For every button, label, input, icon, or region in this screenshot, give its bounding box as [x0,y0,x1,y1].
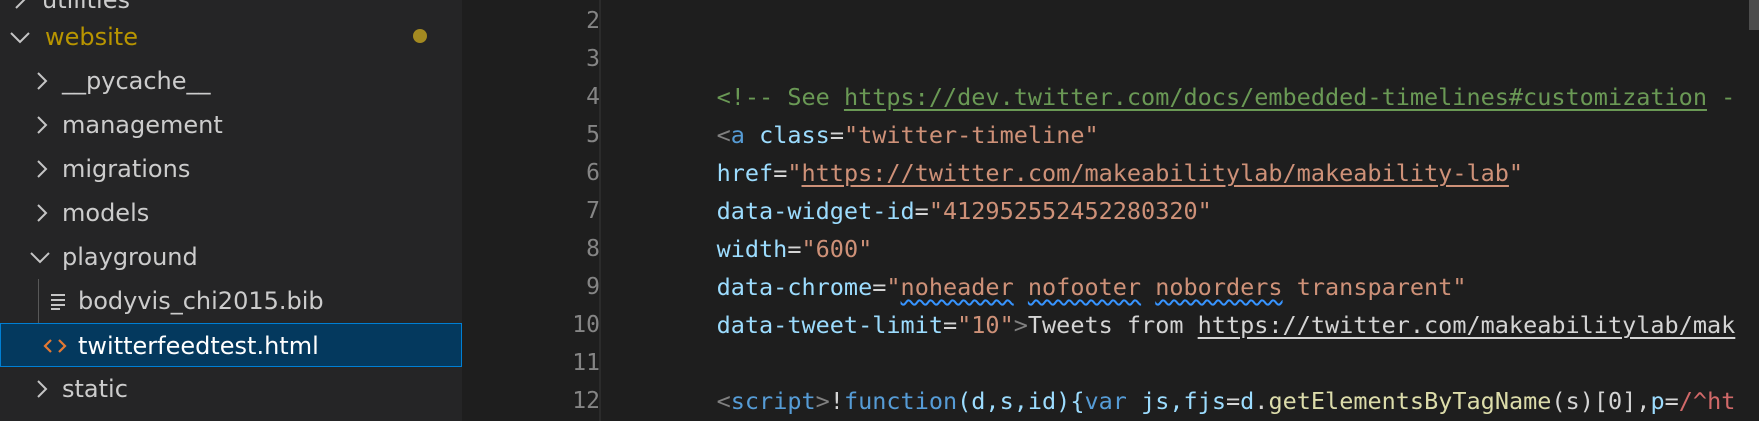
lines-file-icon [46,279,70,323]
tag-bracket: < [716,387,731,415]
tree-item-models[interactable]: models [0,191,462,235]
attr-value: "10" [957,311,1014,339]
text-content: Tweets from [1027,311,1198,339]
tree-item-label: twitterfeedtest.html [78,332,319,360]
chevron-right-icon [30,367,54,411]
chevron-right-icon [30,147,54,191]
tree-item-label: website [45,23,138,51]
args: (s)[0], [1551,387,1651,415]
line-number: 3 [586,46,600,72]
line-number: 8 [586,236,600,262]
code-line-8[interactable]: data-chrome="noheader nofooter noborders… [660,230,1467,301]
equals: = [1664,387,1679,415]
line-number: 7 [586,198,600,224]
code-editor[interactable]: 2 3 4 5 6 7 8 9 10 11 12 <!-- See https:… [462,0,1759,421]
tree-item-label: migrations [62,155,191,183]
tree-item-static[interactable]: static [0,367,462,411]
attr-value: "412952552452280320" [928,197,1212,225]
tree-item-management[interactable]: management [0,103,462,147]
tree-item-website[interactable]: website [0,15,462,59]
tag-bracket: > [815,387,830,415]
line-number: 12 [572,388,600,414]
variable: d [1240,387,1255,415]
regex: /^ht [1678,387,1736,415]
code-line-7[interactable]: width="600" [660,192,873,263]
chevron-right-icon [30,59,54,103]
chevron-down-icon [28,235,52,279]
tag-bracket: > [1013,311,1028,339]
variables: js,fjs [1141,387,1226,415]
code-line-6[interactable]: data-widget-id="412952552452280320" [660,154,1212,225]
variable: p [1650,387,1665,415]
dot: . [1254,387,1269,415]
line-number: 11 [572,350,600,376]
line-number: 9 [586,274,600,300]
tree-item-playground[interactable]: playground [0,235,462,279]
tree-item-label: playground [62,243,198,271]
tree-item-twitterfeedtest-html[interactable]: twitterfeedtest.html [0,323,462,367]
comment-tail: - [1706,83,1736,111]
tag-name: script [730,387,816,415]
text-url-link[interactable]: https://twitter.com/makeabilitylab/mak [1198,311,1736,339]
line-number: 5 [586,122,600,148]
chevron-down-icon [8,15,32,59]
line-number: 10 [572,312,600,338]
line-number: 4 [586,84,600,110]
line-number: 6 [586,160,600,186]
params: (d,s,id){ [957,387,1085,415]
tree-item-label: models [62,199,150,227]
tree-item-label: management [62,111,223,139]
line-number: 2 [586,8,600,34]
equals: = [942,311,958,339]
equals: = [1225,387,1241,415]
keyword: var [1084,387,1127,415]
equals: = [914,197,929,225]
tree-item-pycache[interactable]: __pycache__ [0,59,462,103]
code-line-11[interactable]: <script>!function(d,s,id){var js,fjs=d.g… [660,344,1736,415]
tree-item-label: bodyvis_chi2015.bib [78,287,324,315]
tree-item-migrations[interactable]: migrations [0,147,462,191]
indent-guide [38,279,39,323]
overview-ruler-mark [1749,0,1759,30]
code-line-4[interactable]: <a class="twitter-timeline" [660,78,1099,149]
attr-name: data-tweet-limit [716,311,943,339]
html-file-icon [43,324,67,368]
code-line-5[interactable]: href="https://twitter.com/makeabilitylab… [660,116,1523,187]
explorer-sidebar: utilities website __pycache__ management… [0,0,462,421]
code-line-9[interactable]: data-tweet-limit="10">Tweets from https:… [660,268,1736,339]
tree-item-bodyvis-bib[interactable]: bodyvis_chi2015.bib [0,279,462,323]
operator: ! [829,387,844,415]
chevron-right-icon [30,191,54,235]
quote: " [1508,159,1524,187]
chevron-right-icon [30,103,54,147]
keyword: function [843,387,958,415]
tree-item-label: static [62,375,128,403]
tree-item-label: __pycache__ [62,67,211,95]
code-line-3[interactable]: <!-- See https://dev.twitter.com/docs/em… [660,40,1736,111]
method-name: getElementsByTagName [1268,387,1552,415]
modified-indicator-dot [413,29,427,43]
